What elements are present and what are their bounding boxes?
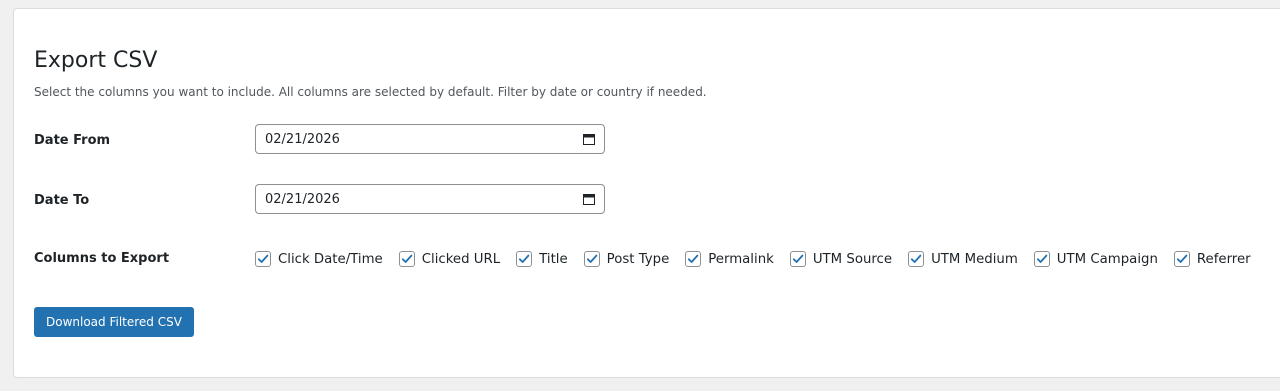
date-from-value: 02/21/2026: [265, 131, 340, 147]
page-description: Select the columns you want to include. …: [34, 85, 707, 99]
column-label: UTM Source: [812, 251, 893, 267]
column-label: UTM Campaign: [1056, 251, 1158, 267]
checkmark-icon: [401, 254, 413, 263]
column-checkbox[interactable]: [583, 251, 600, 267]
column-checkbox[interactable]: [1033, 251, 1050, 267]
checkmark-icon: [586, 254, 597, 263]
column-checkbox[interactable]: [1173, 251, 1190, 267]
date-to-label: Date To: [34, 193, 90, 208]
column-label: Post Type: [606, 251, 670, 267]
calendar-icon[interactable]: [583, 133, 595, 145]
column-label: UTM Medium: [931, 251, 1018, 267]
checkmark-icon: [519, 254, 530, 263]
date-to-input[interactable]: 02/21/2026: [255, 184, 605, 214]
column-checkbox[interactable]: [398, 251, 415, 267]
column-label: Referrer: [1196, 251, 1251, 267]
column-checkbox[interactable]: [255, 251, 271, 267]
column-option[interactable]: Clicked URL: [398, 251, 501, 267]
checkmark-icon: [792, 254, 804, 263]
column-option[interactable]: UTM Medium: [908, 251, 1018, 267]
column-checkbox[interactable]: [685, 251, 702, 267]
page-title: Export CSV: [34, 48, 158, 73]
date-from-label: Date From: [34, 133, 111, 148]
checkmark-icon: [688, 254, 699, 263]
checkmark-icon: [257, 254, 269, 263]
export-csv-panel: Export CSV Select the columns you want t…: [13, 8, 1280, 378]
date-from-input[interactable]: 02/21/2026: [255, 124, 605, 154]
column-option[interactable]: UTM Source: [789, 251, 893, 267]
column-label: Click Date/Time: [278, 251, 383, 267]
column-label: Permalink: [708, 251, 774, 267]
columns-to-export-label: Columns to Export: [34, 251, 170, 266]
column-checkbox[interactable]: [908, 251, 925, 267]
column-checkbox[interactable]: [789, 251, 806, 267]
column-checkbox[interactable]: [516, 251, 533, 267]
date-to-value: 02/21/2026: [265, 191, 340, 207]
column-option[interactable]: Post Type: [583, 251, 670, 267]
column-option[interactable]: Referrer: [1173, 251, 1251, 267]
download-filtered-csv-button[interactable]: Download Filtered CSV: [34, 307, 194, 337]
column-option[interactable]: Title: [516, 251, 568, 267]
column-option[interactable]: Click Date/Time: [255, 251, 383, 267]
checkmark-icon: [910, 254, 922, 263]
calendar-icon[interactable]: [583, 193, 595, 205]
columns-checkbox-group: Click Date/Time Clicked URL Title Post Type…: [255, 249, 1267, 269]
column-label: Clicked URL: [421, 251, 501, 267]
column-label: Title: [539, 251, 568, 267]
checkmark-icon: [1176, 254, 1188, 263]
column-option[interactable]: UTM Campaign: [1033, 251, 1158, 267]
column-option[interactable]: Permalink: [685, 251, 774, 267]
checkmark-icon: [1036, 254, 1048, 263]
